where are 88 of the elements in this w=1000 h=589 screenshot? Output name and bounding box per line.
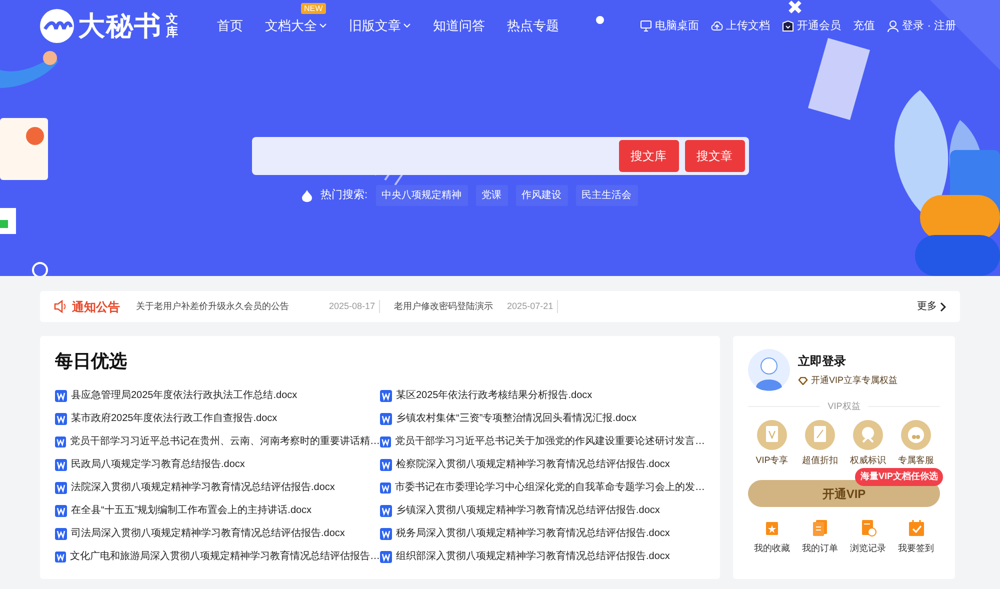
- open-vip-button[interactable]: 开通VIP: [748, 480, 940, 507]
- document-link[interactable]: 法院深入贯彻八项规定精神学习教育情况总结评估报告.docx: [55, 479, 380, 496]
- hot-search-tag[interactable]: 中央八项规定精神: [376, 185, 468, 206]
- login-link[interactable]: 立即登录: [798, 352, 898, 370]
- document-link[interactable]: 税务局深入贯彻八项规定精神学习教育情况总结评估报告.docx: [380, 525, 705, 542]
- word-document-icon: [55, 550, 66, 562]
- word-document-icon: [380, 458, 392, 470]
- document-link[interactable]: 乡镇农村集体“三资”专项整治情况回头看情况汇报.docx: [380, 410, 705, 427]
- word-document-icon: [55, 458, 67, 470]
- notice-link[interactable]: 关于老用户补差价升级永久会员的公告: [136, 300, 289, 314]
- nav-link[interactable]: 热点专题: [507, 16, 559, 36]
- shortcut-link[interactable]: 我的收藏: [748, 519, 796, 556]
- hot-search-tag[interactable]: 民主生活会: [576, 185, 638, 206]
- cloud-upload-icon: [711, 20, 724, 32]
- document-link[interactable]: 组织部深入贯彻八项规定精神学习教育情况总结评估报告.docx: [380, 548, 705, 565]
- notice-title: 通知公告: [72, 298, 120, 316]
- shortcut-link[interactable]: 我要签到: [892, 519, 940, 556]
- logo-icon: [40, 9, 74, 43]
- vip-promo-badge: 海量VIP文档任你选: [855, 468, 943, 486]
- word-document-icon: [55, 436, 66, 448]
- word-document-icon: [380, 482, 391, 494]
- document-link[interactable]: 党员干部学习习近平总书记关于加强党的作风建设重要论述研讨发言…: [380, 433, 705, 450]
- shortcut-link[interactable]: 浏览记录: [844, 519, 892, 556]
- top-link[interactable]: 登录 · 注册: [887, 18, 956, 34]
- vip-benefits-title: VIP权益: [828, 400, 860, 413]
- document-link[interactable]: 司法局深入贯彻八项规定精神学习教育情况总结评估报告.docx: [55, 525, 380, 542]
- search-button[interactable]: 搜文章: [684, 140, 744, 172]
- nav-link[interactable]: 旧版文章: [349, 16, 411, 36]
- document-link[interactable]: 民政局八项规定学习教育总结报告.docx: [55, 456, 380, 473]
- word-document-icon: [380, 550, 392, 562]
- speaker-icon: [54, 300, 68, 313]
- avatar-icon: [748, 349, 790, 391]
- benefit-label: 权威标识: [850, 454, 886, 466]
- benefit-icon: [757, 420, 787, 450]
- hot-search-tag[interactable]: 作风建设: [516, 185, 568, 206]
- word-document-icon: [55, 390, 67, 402]
- benefit-label: VIP专享: [756, 454, 788, 466]
- hot-search-label: 热门搜索:: [320, 188, 368, 204]
- search-field[interactable]: 搜文库 搜文章: [252, 137, 748, 175]
- chevron-right-icon: [940, 302, 946, 312]
- word-document-icon: [380, 528, 392, 540]
- word-document-icon: [55, 412, 67, 424]
- benefit-icon: [901, 420, 931, 450]
- logo-text: 大秘书: [78, 12, 162, 40]
- notice-date: 2025-07-21: [507, 300, 558, 314]
- document-link[interactable]: 县应急管理局2025年度依法行政执法工作总结.docx: [55, 387, 380, 404]
- vip-hint: 开通VIP立享专属权益: [811, 374, 898, 388]
- section-title: 每日优选: [55, 350, 128, 373]
- word-document-icon: [380, 390, 392, 402]
- word-document-icon: [380, 412, 392, 424]
- document-link[interactable]: 某区2025年依法行政考核结果分析报告.docx: [380, 387, 705, 404]
- notice-link[interactable]: 老用户修改密码登陆演示: [394, 300, 494, 314]
- word-document-icon: [55, 482, 67, 494]
- benefit-label: 专属客服: [898, 454, 934, 466]
- nav-link[interactable]: 知道问答: [433, 16, 485, 36]
- benefit-icon: [805, 420, 835, 450]
- monitor-icon: [640, 20, 652, 32]
- shortcut-link[interactable]: 我的订单: [796, 519, 844, 556]
- logo-subtitle: 文库: [166, 13, 179, 39]
- benefit-icon: [853, 420, 883, 450]
- top-link[interactable]: 充值: [853, 18, 876, 34]
- document-list-icon: [812, 519, 828, 537]
- word-document-icon: [55, 528, 67, 540]
- document-link[interactable]: 某市政府2025年度依法行政工作自查报告.docx: [55, 410, 380, 427]
- top-link[interactable]: 电脑桌面: [640, 18, 700, 34]
- more-link[interactable]: 更多: [917, 299, 946, 314]
- top-link[interactable]: 开通会员: [782, 18, 842, 34]
- nav-link[interactable]: 文档大全: [265, 16, 327, 36]
- document-link[interactable]: 文化广电和旅游局深入贯彻八项规定精神学习教育情况总结评估报告…: [55, 548, 380, 565]
- file-clock-icon: [860, 519, 876, 537]
- document-link[interactable]: 市委书记在市委理论学习中心组深化党的自我革命专题学习会上的发…: [380, 479, 705, 496]
- notice-date: 2025-08-17: [329, 300, 380, 314]
- word-document-icon: [380, 504, 392, 516]
- benefit-label: 超值折扣: [802, 454, 838, 466]
- document-link[interactable]: 在全县“十五五”规划编制工作布置会上的主持讲话.docx: [55, 502, 380, 519]
- user-icon: [887, 20, 900, 32]
- top-link[interactable]: 上传文档: [711, 18, 770, 34]
- new-badge: NEW: [301, 3, 326, 14]
- document-link[interactable]: 检察院深入贯彻八项规定精神学习教育情况总结评估报告.docx: [380, 456, 705, 473]
- word-document-icon: [55, 504, 67, 516]
- nav-link[interactable]: 首页: [217, 16, 243, 36]
- word-document-icon: [380, 436, 391, 448]
- diamond-icon: [798, 377, 808, 385]
- calendar-check-icon: [908, 519, 924, 537]
- hot-search-tag[interactable]: 党课: [476, 185, 508, 206]
- document-link[interactable]: 乡镇深入贯彻八项规定精神学习教育情况总结评估报告.docx: [380, 502, 705, 519]
- search-button[interactable]: 搜文库: [618, 140, 678, 172]
- document-link[interactable]: 党员干部学习习近平总书记在贵州、云南、河南考察时的重要讲话精…: [55, 433, 380, 450]
